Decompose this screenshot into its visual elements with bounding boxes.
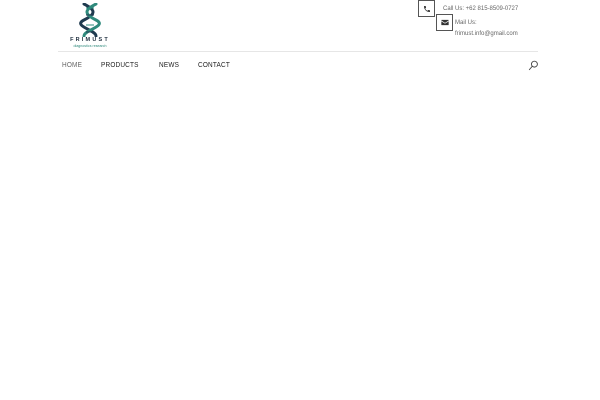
main-nav: HOME PRODUCTS NEWS CONTACT (62, 58, 249, 72)
nav-contact[interactable]: CONTACT (198, 62, 230, 69)
envelope-icon (440, 19, 449, 26)
search-button[interactable] (528, 58, 539, 71)
dna-helix-icon (79, 3, 101, 37)
nav-products[interactable]: PRODUCTS (101, 62, 139, 69)
site-header: FRIMUST diagnostics research Call Us: +6… (0, 0, 600, 80)
email-link[interactable]: frimust.info@gmail.com (455, 30, 518, 38)
header-divider (58, 51, 538, 52)
brand-logo[interactable]: FRIMUST diagnostics research (64, 3, 116, 48)
nav-home[interactable]: HOME (62, 62, 82, 69)
mail-us-label: Mail Us: (455, 20, 477, 26)
search-icon (528, 60, 538, 71)
brand-tagline: diagnostics research (73, 44, 107, 48)
mail-icon-box[interactable] (436, 14, 453, 31)
brand-name: FRIMUST (70, 37, 110, 43)
nav-news[interactable]: NEWS (159, 62, 179, 69)
call-us-text: Call Us: +62 815-8509-0727 (443, 6, 519, 12)
phone-icon (423, 5, 430, 12)
phone-icon-box[interactable] (418, 0, 435, 17)
